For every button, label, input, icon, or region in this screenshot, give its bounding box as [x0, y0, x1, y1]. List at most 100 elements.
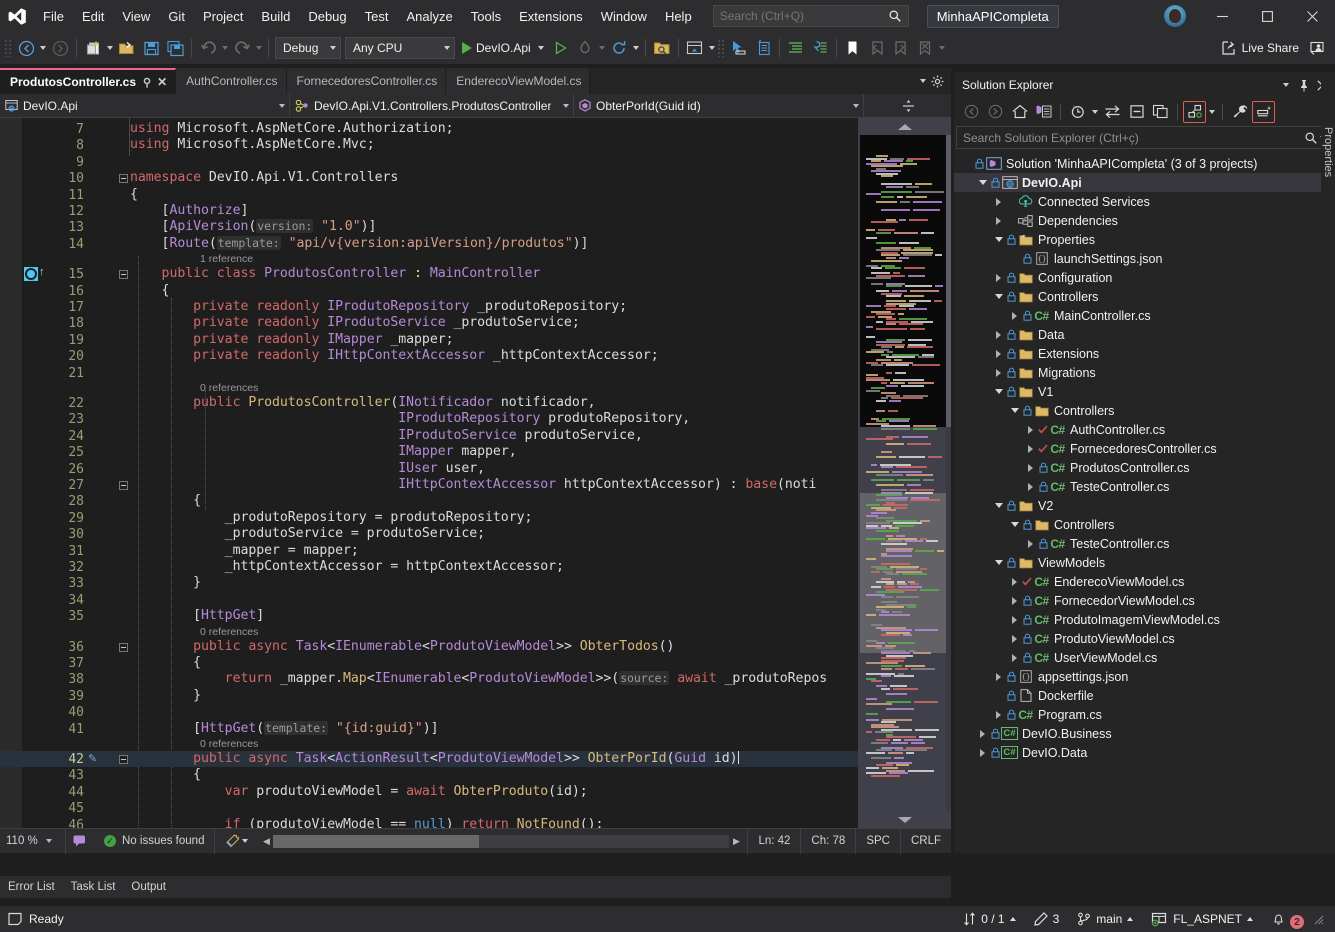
code-line[interactable]: 39 } [0, 688, 858, 704]
chevron-down-icon[interactable] [992, 553, 1005, 572]
start-debug-button[interactable]: DevIO.Api [457, 36, 549, 60]
minimap-canvas[interactable] [858, 135, 951, 811]
code-line[interactable]: 15 ↑ public class ProdutosController : Ma… [0, 266, 858, 282]
chevron-right-icon[interactable] [992, 667, 1005, 686]
indentation-indicator[interactable]: SPC [855, 828, 900, 854]
chevron-right-icon[interactable] [1008, 648, 1021, 667]
navbar-project-combo[interactable]: DevIO.Api [0, 93, 290, 118]
panel-menu-button[interactable] [1277, 75, 1295, 95]
pending-changes-button[interactable] [1066, 101, 1089, 123]
code-line[interactable]: 45 [0, 800, 858, 816]
tree-item-devio-business[interactable]: C# DevIO.Business [954, 724, 1335, 743]
undo-button[interactable] [196, 36, 220, 60]
chevron-right-icon[interactable] [992, 325, 1005, 344]
chevron-right-icon[interactable] [1024, 477, 1037, 496]
chevron-down-icon[interactable] [976, 173, 989, 192]
tree-item-produtoscontroller-cs[interactable]: C# ProdutosController.cs [954, 458, 1335, 477]
code-line[interactable]: 13 [ApiVersion(version: "1.0")] [0, 219, 858, 235]
tree-item-viewmodels[interactable]: ViewModels [954, 553, 1335, 572]
chevron-right-icon[interactable] [992, 705, 1005, 724]
navbar-type-combo[interactable]: DevIO.Api.V1.Controllers.ProdutosControl… [290, 93, 574, 118]
code-line[interactable]: 19 private readonly IMapper _mapper; [0, 332, 858, 348]
git-branch-selector[interactable]: main [1068, 906, 1142, 932]
pending-changes-dropdown[interactable] [1090, 100, 1100, 124]
collapse-outline-button[interactable] [119, 174, 128, 184]
attach-button[interactable] [549, 36, 573, 60]
code-cleanup-button[interactable] [214, 828, 255, 854]
navigate-back-dropdown[interactable] [38, 36, 48, 60]
menu-extensions[interactable]: Extensions [510, 0, 592, 32]
chevron-right-icon[interactable] [992, 192, 1005, 211]
tab-authcontroller[interactable]: AuthController.cs [176, 68, 287, 94]
live-share-button[interactable]: Live Share [1215, 36, 1305, 60]
toolbar-grip[interactable] [4, 39, 12, 57]
comment-button[interactable] [808, 36, 832, 60]
code-editor-surface[interactable]: 7 using Microsoft.AspNetCore.Authorizatio… [0, 118, 951, 828]
chevron-right-icon[interactable] [1024, 534, 1037, 553]
chevron-right-icon[interactable] [992, 363, 1005, 382]
close-button[interactable] [1290, 0, 1335, 32]
source-control-sync[interactable]: 0 / 1 [954, 906, 1024, 932]
preview-selected-items-button[interactable] [1183, 100, 1206, 123]
tree-item-dependencies[interactable]: Dependencies [954, 211, 1335, 230]
menu-debug[interactable]: Debug [299, 0, 355, 32]
code-line[interactable]: 34 [0, 592, 858, 608]
tree-item-properties[interactable]: Properties [954, 230, 1335, 249]
tree-item-fornecedorviewmodel-cs[interactable]: C# FornecedorViewModel.cs [954, 591, 1335, 610]
tree-item-controllers[interactable]: Controllers [954, 515, 1335, 534]
chevron-down-icon[interactable] [992, 496, 1005, 515]
solution-view-button[interactable] [1032, 101, 1055, 123]
tab-output[interactable]: Output [123, 876, 174, 898]
code-lens-reference[interactable]: 0 references [200, 738, 258, 751]
menu-analyze[interactable]: Analyze [397, 0, 461, 32]
chevron-right-icon[interactable] [1008, 591, 1021, 610]
line-ending-indicator[interactable]: CRLF [899, 828, 951, 854]
menu-git[interactable]: Git [159, 0, 194, 32]
forward-button[interactable] [984, 101, 1007, 123]
pin-icon[interactable]: ⚲ [143, 76, 151, 89]
tab-enderecoviewmodel[interactable]: EnderecoViewModel.cs [446, 68, 591, 94]
code-line[interactable]: 36 public async Task<IEnumerable<Produto… [0, 639, 858, 655]
back-button[interactable] [960, 101, 983, 123]
solution-explorer-button[interactable] [683, 36, 707, 60]
start-dropdown[interactable] [536, 36, 546, 60]
tab-produtoscontroller[interactable]: ProdutosController.cs ⚲ ✕ [0, 68, 177, 94]
restart-dropdown[interactable] [631, 36, 641, 60]
chevron-right-icon[interactable] [976, 743, 989, 762]
code-line[interactable]: 26 IUser user, [0, 461, 858, 477]
configuration-combo[interactable]: Debug [275, 37, 341, 59]
hscroll-track[interactable] [273, 834, 730, 848]
clear-bookmarks-button[interactable] [913, 36, 937, 60]
show-all-files-button[interactable] [1149, 101, 1172, 123]
tab-fornecedorescontroller[interactable]: FornecedoresController.cs [286, 68, 447, 94]
solution-tree[interactable]: Solution 'MinhaAPICompleta' (3 of 3 proj… [954, 152, 1335, 820]
tab-task-list[interactable]: Task List [63, 876, 124, 898]
tree-item-fornecedorescontroller-cs[interactable]: C# FornecedoresController.cs [954, 439, 1335, 458]
code-line[interactable]: 16 { [0, 283, 858, 299]
close-icon[interactable]: ✕ [157, 75, 167, 89]
code-cleanup-dropdown[interactable] [240, 829, 250, 853]
collapse-outline-button[interactable] [119, 270, 128, 280]
chevron-right-icon[interactable] [1024, 458, 1037, 477]
chevron-right-icon[interactable] [1008, 572, 1021, 591]
tree-item-program-cs[interactable]: C# Program.cs [954, 705, 1335, 724]
code-line[interactable]: 28 { [0, 493, 858, 509]
repository-selector[interactable]: FL_ASPNET [1142, 906, 1262, 932]
tree-item-controllers[interactable]: Controllers [954, 287, 1335, 306]
pending-changes-count[interactable]: 3 [1025, 906, 1069, 932]
tree-item-testecontroller-cs[interactable]: C# TesteController.cs [954, 477, 1335, 496]
tree-item-connected-services[interactable]: Connected Services [954, 192, 1335, 211]
code-line[interactable]: 37 { [0, 655, 858, 671]
collapse-outline-button[interactable] [119, 755, 128, 764]
tree-item-data[interactable]: Data [954, 325, 1335, 344]
code-line[interactable]: 46 if (produtoViewModel == null) return … [0, 817, 858, 828]
navigate-back-button[interactable] [14, 36, 38, 60]
chevron-right-icon[interactable] [1008, 306, 1021, 325]
split-view-button[interactable] [864, 94, 951, 118]
menu-help[interactable]: Help [656, 0, 701, 32]
code-line[interactable]: 24 IProdutoService produtoService, [0, 428, 858, 444]
tree-item-launchsettings-json[interactable]: {} launchSettings.json [954, 249, 1335, 268]
tree-item-v2[interactable]: V2 [954, 496, 1335, 515]
new-project-button[interactable] [81, 36, 105, 60]
scroll-left-arrow[interactable]: ◀ [259, 836, 273, 847]
